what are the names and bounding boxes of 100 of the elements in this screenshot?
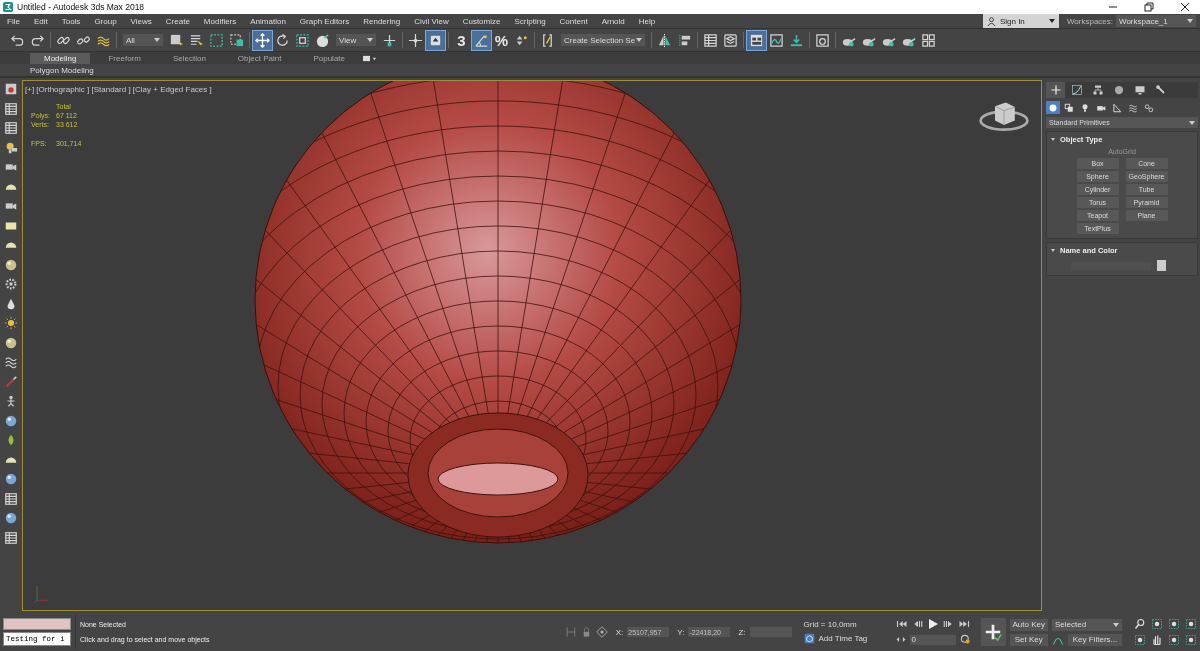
workspace-dropdown[interactable]: Workspace_1 [1116,15,1196,27]
close-icon[interactable] [1180,2,1190,12]
bracket-icon [540,32,555,48]
menu-item[interactable]: Scripting [507,16,553,26]
ribbon-tab[interactable]: Object Paint [223,52,296,64]
menu-item[interactable]: Civil View [407,16,456,26]
toolbar-dropdown[interactable]: All [123,34,163,46]
render-frame-icon[interactable] [4,82,18,96]
hand-icon[interactable] [1151,634,1163,646]
navigation-icon[interactable] [1185,618,1197,630]
frame-field[interactable]: 0 [909,634,956,645]
toolbar-button[interactable] [472,30,491,50]
workspaces-label: Workspaces: [1066,16,1113,26]
menu-item[interactable]: Tools [54,16,88,26]
menu-item[interactable]: Graph Editors [292,16,357,26]
navigation-icon[interactable] [1185,634,1197,646]
toolbar-dropdown[interactable]: View [336,34,376,46]
wave-icon[interactable] [4,355,18,369]
align-icon [677,32,692,48]
set-key-mode-button[interactable]: Set Key [1009,633,1048,646]
viewport-label[interactable]: [+] [Orthographic ] [Standard ] [Clay + Edged Faces ] [25,85,212,94]
time-config-icon[interactable] [895,636,906,643]
search-icon[interactable] [1134,618,1146,630]
menu-item[interactable]: Edit [26,16,55,26]
pivot-icon [382,32,397,48]
menu-item[interactable]: Views [123,16,159,26]
snap-toggle-button[interactable]: 3 [452,30,471,50]
toolbar-button[interactable] [747,30,766,50]
hierarchy-icon [1091,84,1104,96]
toolbar-dropdown[interactable]: Create Selection Se [561,34,645,46]
category-button[interactable] [1110,101,1124,114]
toolbar-button[interactable] [426,30,445,50]
crosshair-icon [408,32,423,48]
go-to-end-icon[interactable] [957,620,970,628]
menu-item[interactable]: Content [552,16,595,26]
next-frame-icon[interactable] [941,620,954,628]
key-filters-button[interactable]: Key Filters... [1068,633,1122,646]
ribbon-options-icon[interactable] [363,54,377,62]
ribbon-tab[interactable]: Modeling [30,52,91,64]
table-icon[interactable] [4,101,18,116]
auto-key-button[interactable]: Auto Key [1009,618,1048,631]
restore-icon[interactable] [1144,2,1154,12]
sphere-icon[interactable] [4,335,18,350]
ribbon-tab[interactable]: Populate [299,52,359,64]
gear-icon[interactable] [4,277,18,291]
wrench-icon [1154,84,1167,96]
sphere-icon[interactable] [4,413,18,428]
angle-snap-icon [474,32,489,48]
table-icon[interactable] [4,491,18,506]
ribbon-tab[interactable]: Selection [158,52,220,64]
user-icon [986,16,996,26]
snap-toggle-button[interactable]: % [492,30,511,50]
brush-icon[interactable] [4,374,18,389]
bulb-icon[interactable] [4,140,18,155]
navigation-icon[interactable] [1168,618,1180,630]
sphere-icon[interactable] [4,257,18,272]
sun-icon[interactable] [4,316,18,330]
sphere-icon [1048,102,1058,113]
command-panel-tab[interactable] [1046,82,1065,98]
menu-item[interactable]: Create [158,16,197,26]
waves-icon [1128,102,1138,113]
set-key-button[interactable] [980,618,1006,646]
go-to-start-icon[interactable] [895,620,908,628]
coord-label: X: [615,627,624,637]
sphere-icon[interactable] [4,511,18,525]
menu-item[interactable]: Animation [243,16,293,26]
coord-label: Z: [738,627,746,637]
add-time-tag-button[interactable]: Add Time Tag [803,633,892,644]
time-settings-icon[interactable] [959,634,971,645]
menu-item[interactable]: Arnold [594,16,632,26]
table-icon[interactable] [4,530,18,545]
sign-in-dropdown[interactable]: Sign In [982,14,1059,28]
play-icon[interactable] [927,619,938,629]
color-swatch[interactable] [1157,260,1166,271]
category-button[interactable] [1062,101,1076,114]
layers-icon [723,32,738,48]
category-button[interactable] [1046,101,1060,114]
table-icon[interactable] [4,121,18,135]
key-mode-dropdown[interactable]: Selected [1052,618,1122,631]
shapes-icon [1064,102,1074,113]
menu-item[interactable]: Modifiers [196,16,244,26]
toolbar-button[interactable] [253,30,272,50]
transform-mode-icon[interactable] [595,626,608,638]
menu-item[interactable]: Customize [455,16,508,26]
navigation-icon[interactable] [1168,634,1180,646]
category-button[interactable] [1142,101,1156,114]
move-icon [255,32,270,48]
sphere-icon [315,32,330,48]
four-panel-icon [921,32,936,48]
menu-item[interactable]: Group [87,16,124,26]
navigation-icon[interactable] [1134,634,1146,646]
rotate-icon [275,32,290,48]
ribbon-tab[interactable]: Freeform [94,52,155,64]
sphere-icon[interactable] [4,472,18,486]
navigation-icon[interactable] [1151,618,1163,630]
script-listener-field[interactable] [3,618,71,630]
menu-item[interactable]: Rendering [356,16,408,26]
ruler-triangle-icon [1112,102,1122,113]
menu-item[interactable]: File [0,16,27,26]
menu-item[interactable]: Help [631,16,663,26]
